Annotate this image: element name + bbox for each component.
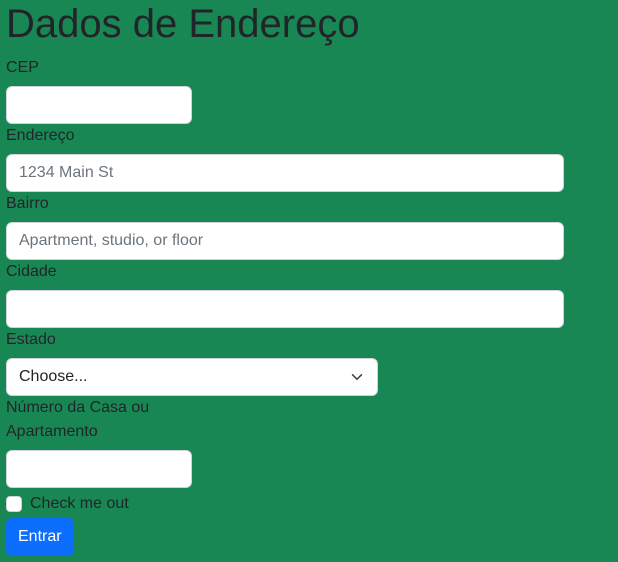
- check-row: Check me out: [6, 492, 618, 516]
- estado-select[interactable]: Choose...: [6, 358, 378, 396]
- address-form-page: Dados de Endereço CEP Endereço Bairro Ci…: [6, 0, 618, 556]
- submit-button[interactable]: Entrar: [6, 518, 74, 556]
- cep-input[interactable]: [6, 86, 192, 124]
- endereco-input[interactable]: [6, 154, 564, 192]
- check-me-out-label[interactable]: Check me out: [30, 492, 129, 516]
- chevron-down-icon: [351, 374, 363, 380]
- endereco-label: Endereço: [6, 127, 75, 144]
- bairro-label: Bairro: [6, 195, 49, 212]
- page-title: Dados de Endereço: [6, 2, 360, 46]
- estado-selected-value: Choose...: [19, 368, 88, 385]
- estado-label: Estado: [6, 331, 56, 348]
- numero-label: Número da Casa ou Apartamento: [6, 399, 150, 440]
- numero-input[interactable]: [6, 450, 192, 488]
- cidade-label: Cidade: [6, 263, 57, 280]
- bairro-input[interactable]: [6, 222, 564, 260]
- cep-label: CEP: [6, 59, 39, 76]
- cidade-input[interactable]: [6, 290, 564, 328]
- check-me-out-checkbox[interactable]: [6, 496, 22, 512]
